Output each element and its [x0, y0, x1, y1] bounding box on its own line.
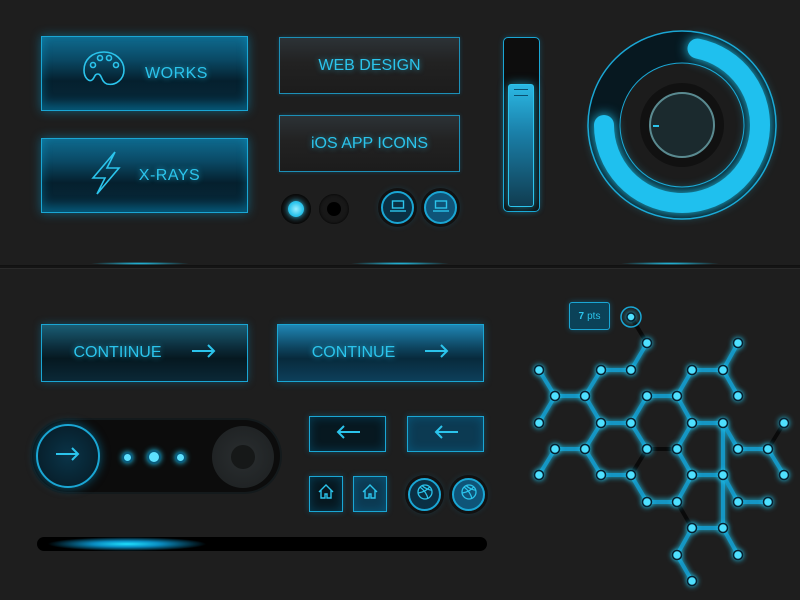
network-node[interactable] [686, 364, 698, 376]
network-node[interactable] [671, 443, 683, 455]
network-node[interactable] [732, 496, 744, 508]
network-node[interactable] [686, 417, 698, 429]
network-node[interactable] [549, 390, 561, 402]
network-node[interactable] [595, 417, 607, 429]
network-node[interactable] [595, 364, 607, 376]
network-node[interactable] [579, 390, 591, 402]
network-node[interactable] [533, 469, 545, 481]
network-node[interactable] [778, 469, 790, 481]
network-node[interactable] [533, 417, 545, 429]
network-node[interactable] [625, 364, 637, 376]
network-node[interactable] [641, 443, 653, 455]
network-node[interactable] [717, 469, 729, 481]
network-node[interactable] [717, 522, 729, 534]
network-node[interactable] [641, 337, 653, 349]
network-node[interactable] [641, 390, 653, 402]
network-node[interactable] [717, 417, 729, 429]
network-node[interactable] [533, 364, 545, 376]
network-node[interactable] [732, 443, 744, 455]
network-node[interactable] [625, 469, 637, 481]
hex-network[interactable] [0, 0, 800, 600]
network-node[interactable] [762, 496, 774, 508]
network-node[interactable] [717, 364, 729, 376]
network-node[interactable] [671, 496, 683, 508]
network-node[interactable] [686, 522, 698, 534]
network-node[interactable] [732, 337, 744, 349]
network-node[interactable] [641, 496, 653, 508]
network-node[interactable] [762, 443, 774, 455]
network-node[interactable] [549, 443, 561, 455]
network-node[interactable] [732, 549, 744, 561]
network-node[interactable] [778, 417, 790, 429]
network-node[interactable] [625, 417, 637, 429]
network-node[interactable] [686, 469, 698, 481]
network-node[interactable] [686, 575, 698, 587]
network-node[interactable] [626, 312, 636, 322]
network-node[interactable] [671, 390, 683, 402]
network-node[interactable] [732, 390, 744, 402]
network-node[interactable] [595, 469, 607, 481]
network-node[interactable] [671, 549, 683, 561]
network-node[interactable] [579, 443, 591, 455]
